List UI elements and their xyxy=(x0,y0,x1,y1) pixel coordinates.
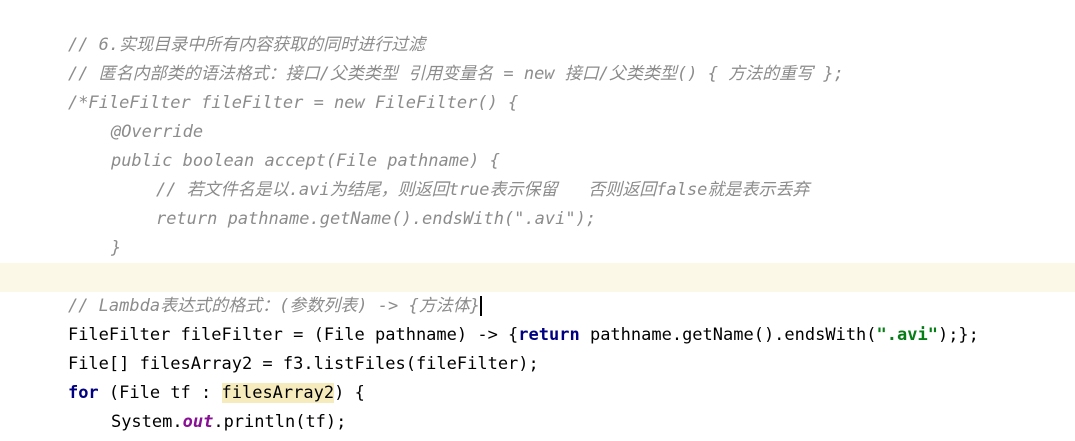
code-editor[interactable]: // 6.实现目录中所有内容获取的同时进行过滤 // 匿名内部类的语法格式：接口… xyxy=(0,0,1075,441)
code-line-3[interactable]: /*FileFilter fileFilter = new FileFilter… xyxy=(0,60,1075,113)
code-line-8[interactable]: } xyxy=(0,205,1075,258)
code-line-7[interactable]: return pathname.getName().endsWith(".avi… xyxy=(0,176,1075,229)
code-line-12[interactable]: File[] filesArray2 = f3.listFiles(fileFi… xyxy=(0,321,1075,374)
code-line-15[interactable]: } xyxy=(0,408,1075,437)
code-line-9[interactable]: };*/ xyxy=(0,234,1075,287)
code-line-13[interactable]: for (File tf : filesArray2) { xyxy=(0,350,1075,403)
code-line-5[interactable]: public boolean accept(File pathname) { xyxy=(0,118,1075,171)
code-line-6[interactable]: // 若文件名是以.avi为结尾，则返回true表示保留 否则返回false就是… xyxy=(0,147,1075,200)
code-line-2[interactable]: // 匿名内部类的语法格式：接口/父类类型 引用变量名 = new 接口/父类类… xyxy=(0,31,1075,84)
code-line-11[interactable]: FileFilter fileFilter = (File pathname) … xyxy=(0,292,1075,345)
code-line-10-current[interactable]: // Lambda表达式的格式：(参数列表) -> {方法体} xyxy=(0,263,1075,316)
code-line-4[interactable]: @Override xyxy=(0,89,1075,142)
code-line-14[interactable]: System.out.println(tf); xyxy=(0,379,1075,432)
code-line-1[interactable]: // 6.实现目录中所有内容获取的同时进行过滤 xyxy=(0,2,1075,55)
